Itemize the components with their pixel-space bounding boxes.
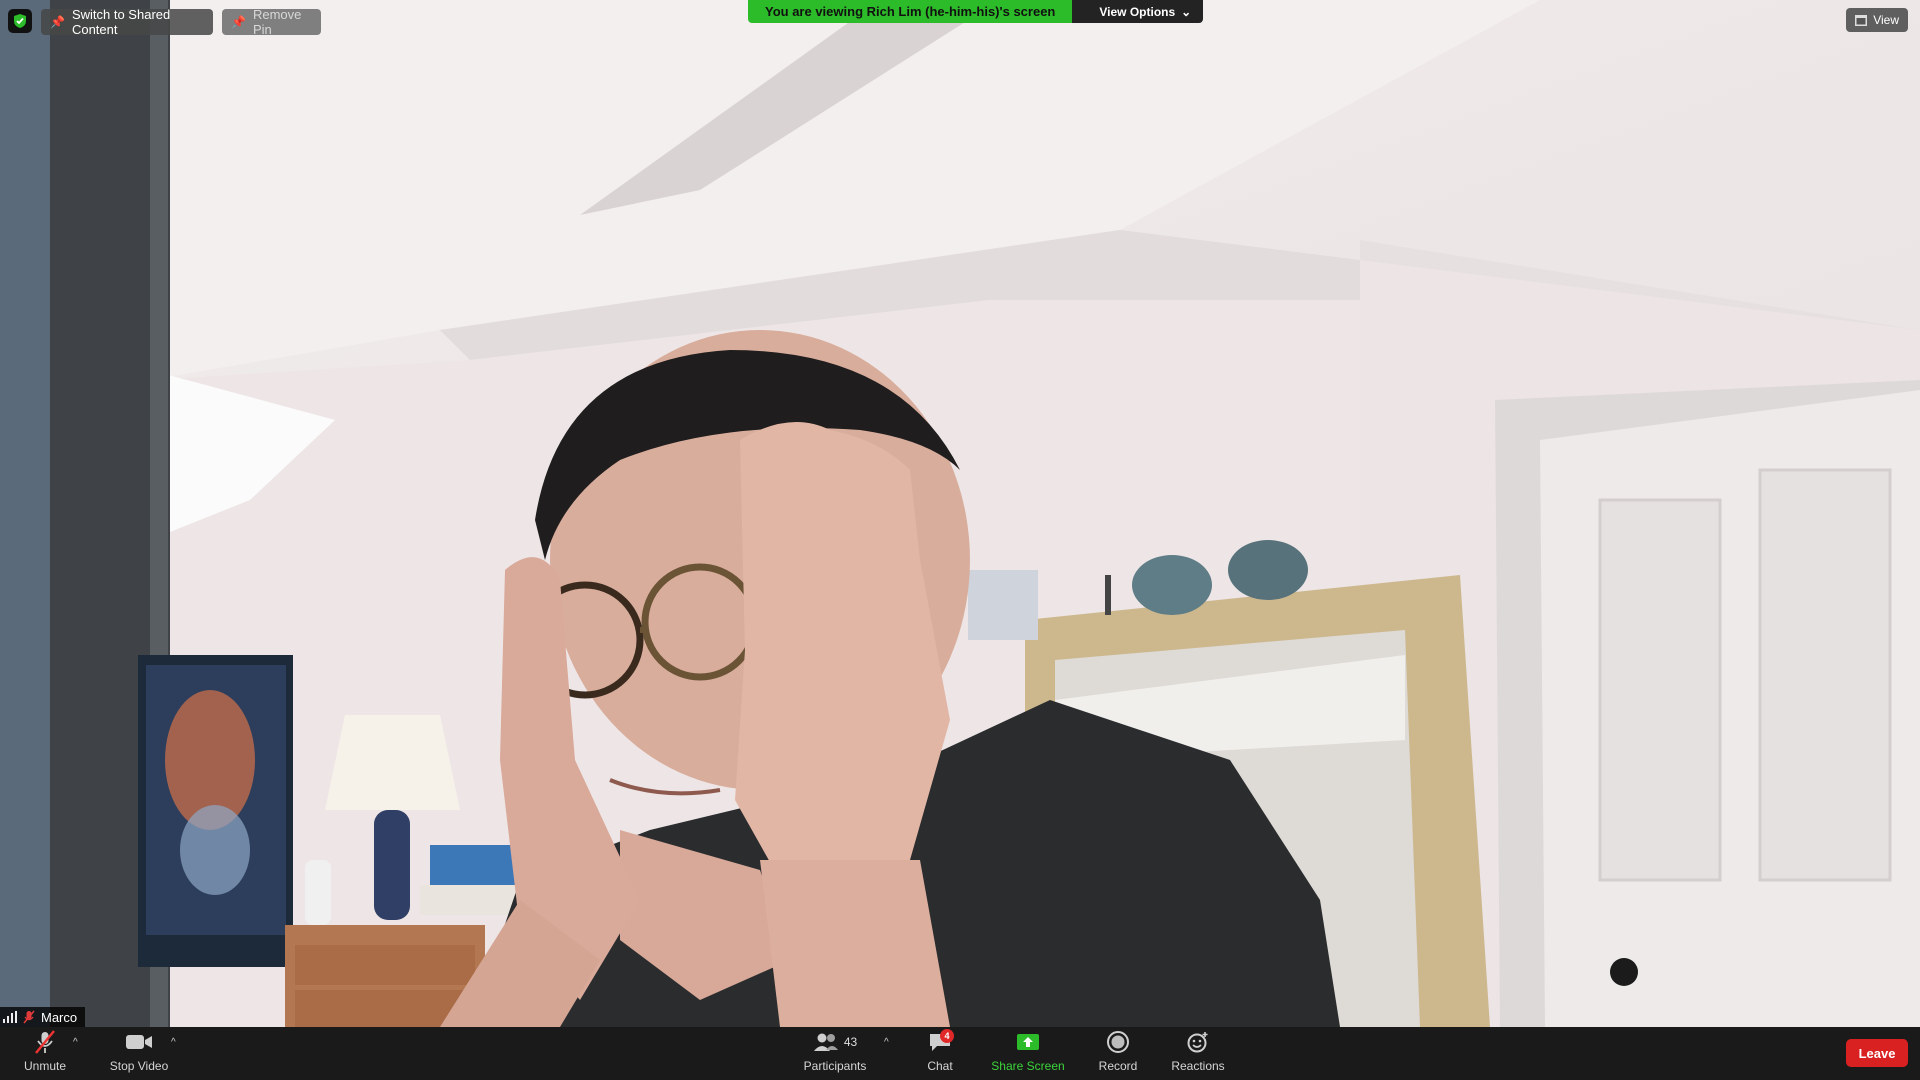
video-scene <box>0 0 1920 1027</box>
participants-options-caret-icon[interactable]: ^ <box>884 1037 889 1048</box>
participants-label: Participants <box>803 1059 867 1073</box>
grid-view-icon <box>1855 14 1868 26</box>
participants-count: 43 <box>843 1035 858 1049</box>
meeting-toolbar: Unmute ^ Stop Video ^ 43 Participants ^ <box>0 1027 1920 1080</box>
muted-mic-icon <box>35 1030 55 1054</box>
view-options-button[interactable]: View Options ⌄ <box>1072 0 1204 23</box>
video-camera-icon <box>126 1035 152 1049</box>
chevron-down-icon: ⌄ <box>1181 4 1192 19</box>
stop-video-button[interactable]: Stop Video <box>104 1027 174 1080</box>
remove-pin-label: Remove Pin <box>252 7 302 37</box>
video-feed <box>0 0 1920 1027</box>
unmute-button[interactable]: Unmute <box>15 1027 75 1080</box>
muted-mic-icon <box>23 1010 35 1024</box>
reactions-button[interactable]: Reactions <box>1168 1027 1228 1080</box>
reactions-emoji-icon <box>1187 1032 1208 1053</box>
participant-name: Marco <box>41 1009 78 1025</box>
record-button[interactable]: Record <box>1094 1027 1142 1080</box>
remove-pin-button[interactable]: 📌 Remove Pin <box>222 7 321 37</box>
view-options-label: View Options <box>1099 4 1176 19</box>
viewing-screen-text: You are viewing Rich Lim (he-him-his)'s … <box>748 0 1073 23</box>
signal-strength-icon <box>3 1011 17 1023</box>
participant-name-tag: Marco <box>0 1007 86 1027</box>
pin-icon: 📌 <box>231 15 246 29</box>
chat-unread-badge: 4 <box>940 1029 954 1043</box>
audio-options-caret-icon[interactable]: ^ <box>73 1037 78 1048</box>
chat-label: Chat <box>927 1059 953 1073</box>
share-screen-label: Share Screen <box>991 1059 1065 1073</box>
view-label: View <box>1873 13 1899 27</box>
switch-to-shared-content-label: Switch to Shared Content <box>71 7 171 37</box>
security-shield-icon[interactable] <box>8 9 32 33</box>
unmute-label: Unmute <box>23 1059 67 1073</box>
sharing-banner: You are viewing Rich Lim (he-him-his)'s … <box>748 0 1204 23</box>
participants-button[interactable]: 43 Participants <box>796 1027 874 1080</box>
leave-meeting-button[interactable]: Leave <box>1846 1039 1908 1067</box>
share-screen-button[interactable]: Share Screen <box>990 1027 1066 1080</box>
video-options-caret-icon[interactable]: ^ <box>171 1037 176 1048</box>
pin-icon: 📌 <box>50 15 65 29</box>
view-button[interactable]: View <box>1846 8 1908 32</box>
switch-to-shared-content-button[interactable]: 📌 Switch to Shared Content <box>41 7 213 37</box>
stop-video-label: Stop Video <box>109 1059 169 1073</box>
share-screen-icon <box>1017 1034 1039 1050</box>
participants-icon <box>813 1033 838 1051</box>
record-icon <box>1107 1031 1129 1053</box>
chat-button[interactable]: 4 Chat <box>920 1027 960 1080</box>
shield-check-icon <box>14 14 26 28</box>
reactions-label: Reactions <box>1171 1059 1225 1073</box>
record-label: Record <box>1098 1059 1138 1073</box>
